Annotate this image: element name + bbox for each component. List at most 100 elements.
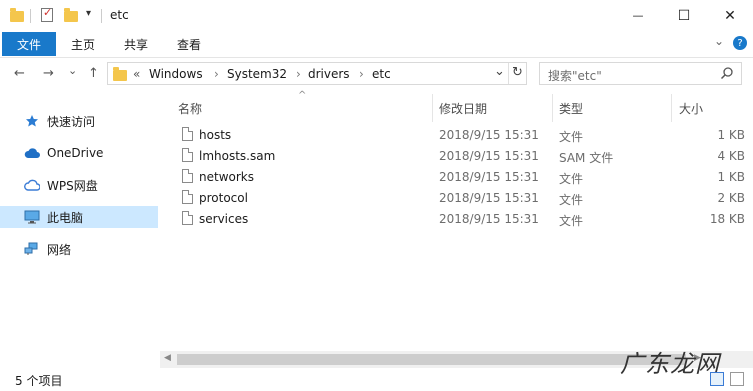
sidebar-item-label: 网络 xyxy=(47,242,72,257)
scrollbar-thumb[interactable] xyxy=(177,354,686,365)
wps-cloud-icon xyxy=(24,178,40,192)
navigation-pane: 快速访问 OneDrive WPS网盘 此电脑 网络 xyxy=(0,92,158,367)
pin-star-icon xyxy=(24,114,40,128)
item-count: 5 个项目 xyxy=(15,374,63,388)
column-header-size[interactable]: 大小 xyxy=(679,100,703,117)
sidebar-item-this-pc[interactable]: 此电脑 xyxy=(0,206,158,228)
monitor-icon xyxy=(24,210,40,224)
file-icon xyxy=(182,211,193,225)
qa-separator-2 xyxy=(101,9,102,23)
ribbon: 文件 主页 共享 查看 ⌄ ? xyxy=(0,31,753,58)
search-input[interactable]: 搜索"etc" xyxy=(548,67,602,84)
file-icon xyxy=(182,169,193,183)
qa-separator xyxy=(30,9,31,23)
folder-icon xyxy=(10,8,24,22)
column-header-type[interactable]: 类型 xyxy=(559,100,583,117)
back-icon[interactable]: ← xyxy=(14,66,25,81)
file-date: 2018/9/15 15:31 xyxy=(439,212,539,226)
breadcrumb-separator-icon[interactable]: › xyxy=(214,67,219,81)
minimize-button[interactable]: — xyxy=(615,0,661,31)
sort-ascending-icon: ^ xyxy=(298,90,307,101)
file-size: 4 KB xyxy=(717,149,745,163)
scroll-left-icon[interactable]: ◀ xyxy=(164,353,171,363)
column-divider[interactable] xyxy=(432,94,433,122)
file-type: 文件 xyxy=(559,193,584,207)
address-dropdown-icon[interactable]: ⌄ xyxy=(494,64,505,79)
properties-icon[interactable]: ✓ xyxy=(41,6,53,22)
tab-file[interactable]: 文件 xyxy=(2,32,56,56)
file-name: protocol xyxy=(199,191,248,205)
file-date: 2018/9/15 15:31 xyxy=(439,128,539,142)
table-row[interactable]: networks 2018/9/15 15:31 文件 1 KB xyxy=(160,167,753,188)
breadcrumb-system32[interactable]: System32 xyxy=(227,67,287,81)
tab-home[interactable]: 主页 xyxy=(71,36,95,53)
file-name: lmhosts.sam xyxy=(199,149,276,163)
file-size: 1 KB xyxy=(717,170,745,184)
file-type: 文件 xyxy=(559,214,584,228)
network-icon xyxy=(24,242,40,256)
details-view-icon[interactable] xyxy=(710,372,724,386)
new-folder-icon[interactable] xyxy=(64,8,78,22)
file-date: 2018/9/15 15:31 xyxy=(439,170,539,184)
file-type: 文件 xyxy=(559,172,584,186)
maximize-icon: ☐ xyxy=(677,7,691,24)
column-divider[interactable] xyxy=(671,94,672,122)
column-divider[interactable] xyxy=(552,94,553,122)
up-icon[interactable]: ↑ xyxy=(88,66,99,81)
forward-icon[interactable]: → xyxy=(43,66,54,81)
search-box[interactable]: 搜索"etc" xyxy=(539,62,742,85)
sidebar-item-network[interactable]: 网络 xyxy=(0,238,158,260)
tab-share[interactable]: 共享 xyxy=(124,36,148,53)
file-size: 18 KB xyxy=(709,212,745,226)
breadcrumb-separator-icon[interactable]: › xyxy=(359,67,364,81)
tab-view[interactable]: 查看 xyxy=(177,36,201,53)
recent-locations-icon[interactable]: ⌄ xyxy=(68,64,77,77)
table-row[interactable]: lmhosts.sam 2018/9/15 15:31 SAM 文件 4 KB xyxy=(160,146,753,167)
file-date: 2018/9/15 15:31 xyxy=(439,191,539,205)
file-name: networks xyxy=(199,170,254,184)
breadcrumb-drivers[interactable]: drivers xyxy=(308,67,350,81)
sidebar-item-label: OneDrive xyxy=(47,146,104,160)
table-row[interactable]: services 2018/9/15 15:31 文件 18 KB xyxy=(160,209,753,230)
watermark-logo: 广东龙网 xyxy=(620,350,720,378)
sidebar-item-label: WPS网盘 xyxy=(47,178,98,193)
file-icon xyxy=(182,127,193,141)
sidebar-item-onedrive[interactable]: OneDrive xyxy=(0,142,158,164)
collapse-ribbon-icon[interactable]: ⌄ xyxy=(714,34,724,48)
column-header-name[interactable]: 名称 xyxy=(178,100,202,117)
large-icons-view-icon[interactable] xyxy=(730,372,744,386)
file-icon xyxy=(182,190,193,204)
sidebar-item-quick-access[interactable]: 快速访问 xyxy=(0,110,158,132)
breadcrumb-separator-icon[interactable]: › xyxy=(296,67,301,81)
help-glyph: ? xyxy=(737,37,743,49)
file-name: hosts xyxy=(199,128,232,142)
breadcrumb-etc[interactable]: etc xyxy=(372,67,391,81)
breadcrumb-windows[interactable]: Windows xyxy=(149,67,203,81)
sidebar-item-label: 快速访问 xyxy=(47,114,96,129)
sidebar-item-label: 此电脑 xyxy=(47,210,84,225)
title-bar: ✓ ▾ etc — ☐ ✕ xyxy=(0,0,753,31)
table-row[interactable]: hosts 2018/9/15 15:31 文件 1 KB xyxy=(160,125,753,146)
minimize-icon: — xyxy=(632,9,644,22)
window-title: etc xyxy=(110,8,129,22)
file-size: 1 KB xyxy=(717,128,745,142)
address-bar[interactable]: « Windows › System32 › drivers › etc ⌄ ↻ xyxy=(107,62,527,85)
file-type: SAM 文件 xyxy=(559,151,614,165)
column-header-date[interactable]: 修改日期 xyxy=(439,100,487,117)
address-folder-icon xyxy=(113,67,127,81)
help-icon[interactable]: ? xyxy=(733,36,747,50)
breadcrumb-overflow-icon[interactable]: « xyxy=(133,67,140,81)
table-row[interactable]: protocol 2018/9/15 15:31 文件 2 KB xyxy=(160,188,753,209)
search-icon[interactable] xyxy=(720,66,734,83)
check-mark-icon: ✓ xyxy=(43,6,53,19)
close-icon: ✕ xyxy=(724,7,736,24)
sidebar-item-wps-cloud[interactable]: WPS网盘 xyxy=(0,174,158,196)
file-name: services xyxy=(199,212,249,226)
file-date: 2018/9/15 15:31 xyxy=(439,149,539,163)
close-button[interactable]: ✕ xyxy=(707,0,753,31)
maximize-button[interactable]: ☐ xyxy=(661,0,707,31)
customize-quick-access-icon[interactable]: ▾ xyxy=(86,8,91,19)
file-list: ^ 名称 修改日期 类型 大小 hosts 2018/9/15 15:31 文件… xyxy=(160,90,753,351)
file-icon xyxy=(182,148,193,162)
refresh-icon[interactable]: ↻ xyxy=(512,65,523,80)
